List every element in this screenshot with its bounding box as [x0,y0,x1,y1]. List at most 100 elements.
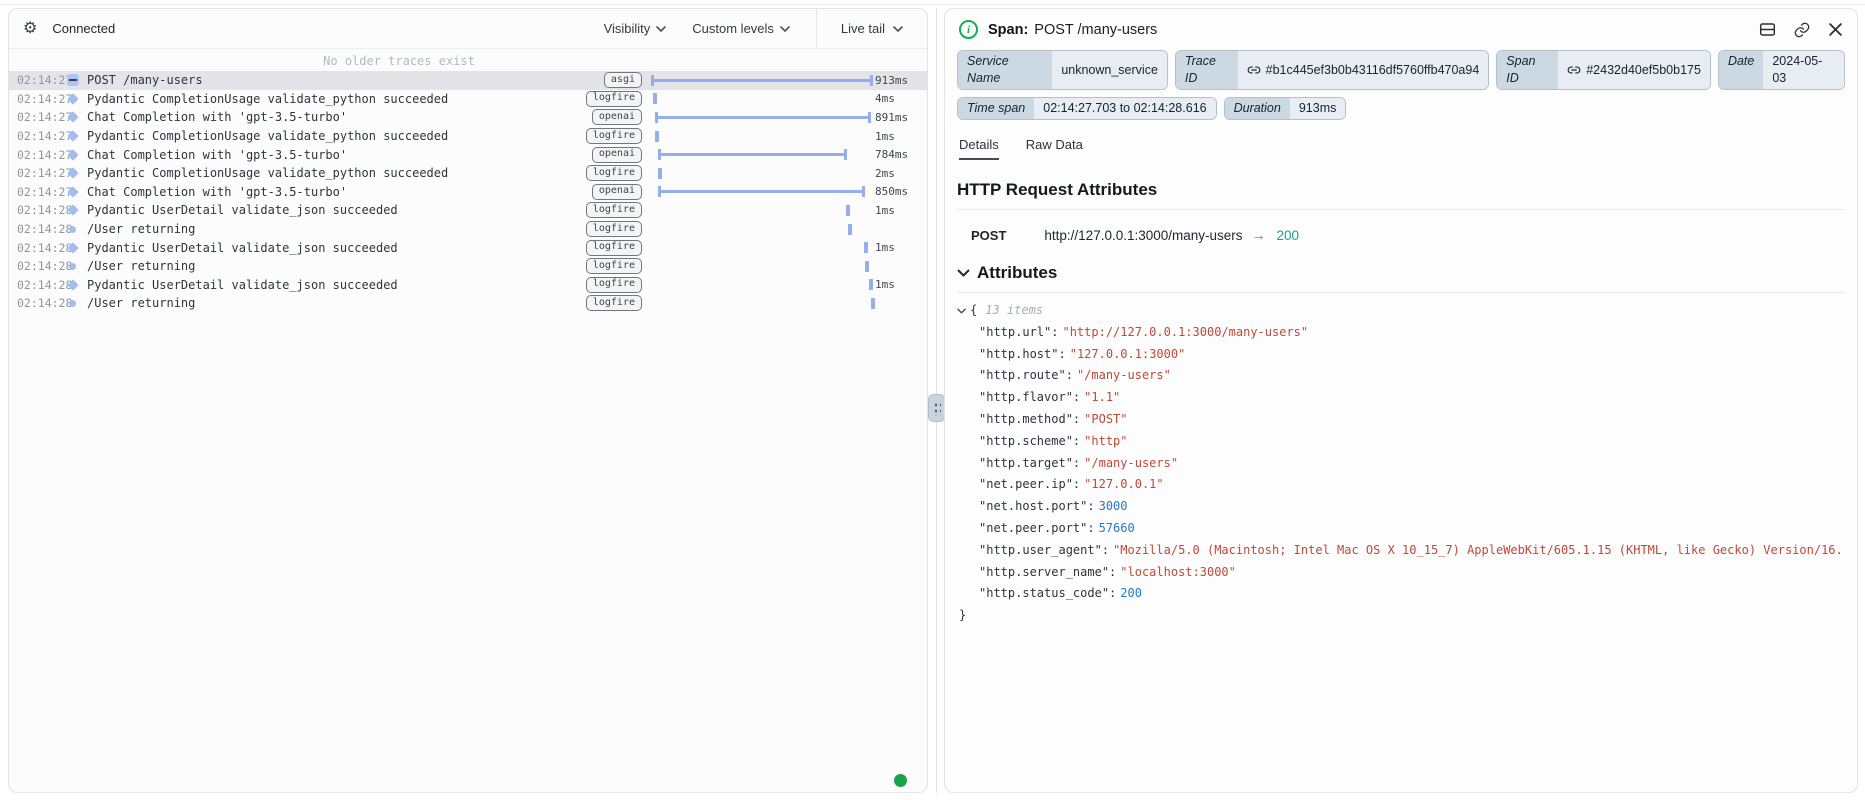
trace-row[interactable]: 02:14:27Chat Completion with 'gpt-3.5-tu… [9,145,927,164]
row-duration-label: 1ms [875,241,921,254]
trace-row[interactable]: 02:14:28/User returninglogfire [9,294,927,313]
trace-row[interactable]: 02:14:28Pydantic UserDetail validate_jso… [9,238,927,257]
json-key: "http.scheme" [979,434,1073,448]
badge-value-text: #2432d40ef5b0b175 [1586,62,1701,79]
trace-list-header: ⚙ Connected Visibility Custom levels Liv… [9,9,927,49]
duration-timeline [650,71,875,90]
span-meta-badges: Service Nameunknown_serviceTrace ID#b1c4… [957,50,1845,120]
span-name: POST /many-users [87,73,604,87]
scope-tag-cell: openai [592,184,642,200]
duration-timeline [650,201,875,220]
diamond-icon [67,186,78,197]
trace-row[interactable]: 02:14:27Pydantic CompletionUsage validat… [9,127,927,146]
link-icon[interactable] [1567,63,1581,77]
scope-tag-cell: logfire [586,128,642,144]
row-timestamp: 02:14:28 [17,203,67,217]
trace-row[interactable]: 02:14:28Pydantic UserDetail validate_jso… [9,201,927,220]
span-kind-icon-cell [67,226,87,233]
row-duration-label: 2ms [875,167,921,180]
diamond-icon [67,93,78,104]
span-title: POST /many-users [1034,22,1157,38]
copy-link-icon[interactable] [1793,21,1811,39]
meta-badge: Date2024-05-03 [1718,50,1845,90]
meta-badge: Span ID #2432d40ef5b0b175 [1496,50,1711,90]
json-colon: : [1087,521,1094,535]
span-name: Pydantic UserDetail validate_json succee… [87,241,586,255]
attributes-section-title: Attributes [977,263,1057,283]
badge-label: Service Name [958,51,1052,89]
badge-value-text: 913ms [1299,100,1337,117]
json-entry: "net.peer.ip":"127.0.0.1" [957,474,1845,496]
dock-panel-icon[interactable] [1759,21,1776,38]
chevron-down-icon [780,26,790,32]
diamond-icon [67,279,78,290]
circle-icon [69,226,76,233]
minus-square-icon[interactable] [67,74,79,86]
json-key: "http.host" [979,347,1058,361]
tab-raw-data[interactable]: Raw Data [1026,137,1083,160]
link-icon[interactable] [1247,63,1261,77]
info-icon: i [959,20,978,39]
badge-value: 2024-05-03 [1763,51,1844,89]
diamond-icon [67,130,78,141]
trace-row[interactable]: 02:14:27POST /many-usersasgi913ms [9,71,927,90]
span-kind-icon-cell [67,74,87,86]
scope-tag-cell: asgi [604,72,642,88]
badge-label: Span ID [1497,51,1558,89]
json-key: "http.route" [979,368,1066,382]
json-key: "http.url" [979,325,1051,339]
json-key: "net.peer.ip" [979,477,1073,491]
trace-row[interactable]: 02:14:28Pydantic UserDetail validate_jso… [9,276,927,295]
http-method: POST [971,228,1006,243]
duration-tick [653,93,657,104]
json-colon: : [1051,325,1058,339]
duration-timeline [650,145,875,164]
badge-line: Time span02:14:27.703 to 02:14:28.616Dur… [957,97,1845,120]
diamond-icon [67,242,78,253]
badge-label: Trace ID [1176,51,1238,89]
json-colon: : [1109,565,1116,579]
duration-tick [871,298,875,309]
json-value: "1.1" [1084,390,1120,404]
chevron-down-icon[interactable] [957,269,970,277]
meta-badge: Trace ID#b1c445ef3b0b43116df5760ffb470a9… [1175,50,1489,90]
json-colon: : [1066,368,1073,382]
duration-tick [658,168,662,179]
http-section-title: HTTP Request Attributes [957,180,1157,200]
json-value: "/many-users" [1077,368,1171,382]
tab-details[interactable]: Details [959,137,999,160]
scope-tag-cell: openai [592,147,642,163]
trace-row[interactable]: 02:14:27Chat Completion with 'gpt-3.5-tu… [9,108,927,127]
json-key: "http.method" [979,412,1073,426]
trace-row[interactable]: 02:14:27Pydantic CompletionUsage validat… [9,90,927,109]
visibility-dropdown[interactable]: Visibility [604,21,667,36]
duration-tick [655,131,659,142]
duration-timeline [650,90,875,109]
live-tail-dropdown[interactable]: Live tail [817,9,927,48]
span-kind-icon-cell [67,188,87,196]
span-kind-icon-cell [67,281,87,289]
badge-label: Duration [1225,98,1290,119]
span-kind-icon-cell [67,169,87,177]
json-colon: : [1073,434,1080,448]
trace-row[interactable]: 02:14:27Pydantic CompletionUsage validat… [9,164,927,183]
custom-levels-dropdown[interactable]: Custom levels [692,21,790,36]
duration-timeline [650,294,875,313]
close-icon[interactable] [1828,22,1843,37]
trace-row[interactable]: 02:14:28/User returninglogfire [9,220,927,239]
json-value: 57660 [1099,521,1135,535]
json-key: "http.status_code" [979,586,1109,600]
circle-icon [69,263,76,270]
duration-tick [869,279,873,290]
row-timestamp: 02:14:28 [17,278,67,292]
trace-row[interactable]: 02:14:28/User returninglogfire [9,257,927,276]
collapse-toggle-icon[interactable] [957,308,966,314]
scope-tag-cell: logfire [586,202,642,218]
panel-resize-handle[interactable] [928,394,945,422]
scope-tag-cell: logfire [586,221,642,237]
gear-icon[interactable]: ⚙ [23,21,37,37]
json-colon: : [1087,499,1094,513]
trace-row[interactable]: 02:14:27Chat Completion with 'gpt-3.5-tu… [9,183,927,202]
json-value: "127.0.0.1:3000" [1070,347,1186,361]
json-key: "http.server_name" [979,565,1109,579]
